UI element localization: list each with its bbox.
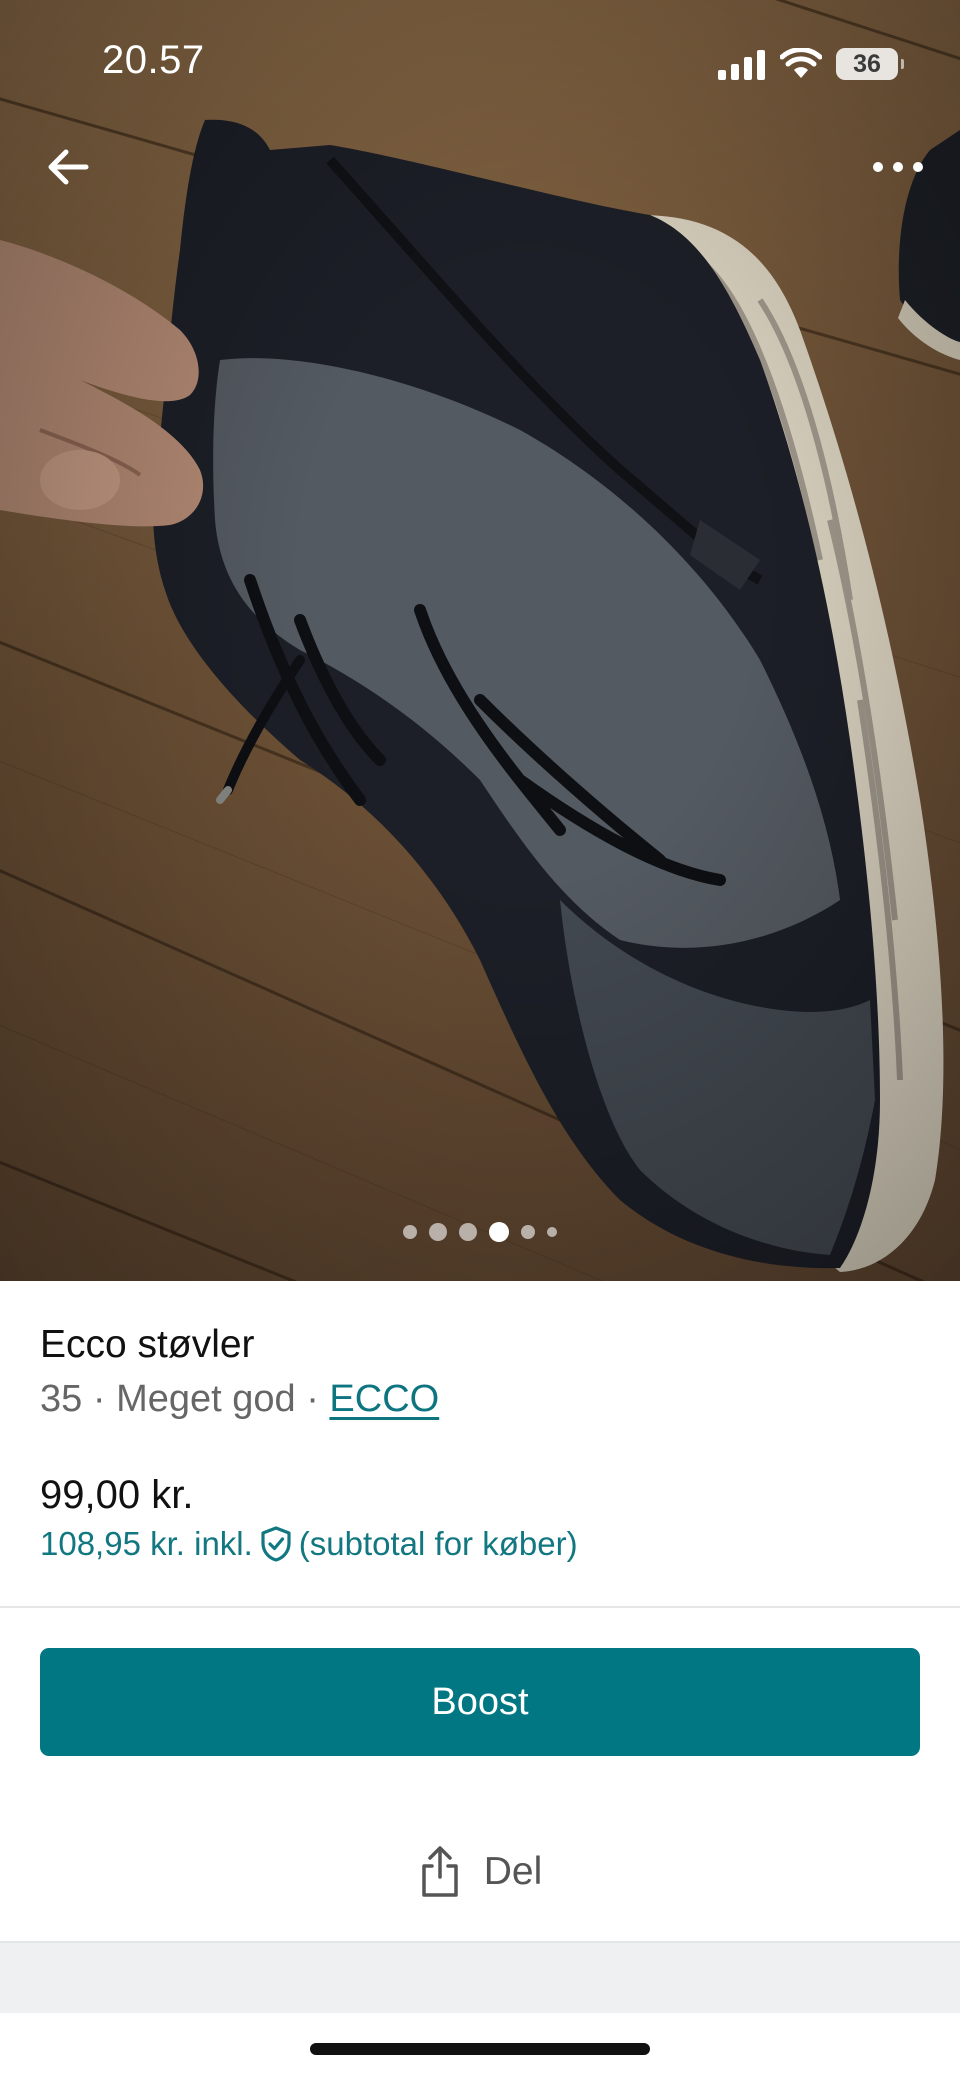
separator: · (295, 1378, 330, 1420)
battery-level: 36 (853, 49, 881, 78)
status-time: 20.57 (102, 38, 205, 82)
boost-button[interactable]: Boost (40, 1648, 920, 1756)
listing-size: 35 (40, 1378, 83, 1420)
status-icons: 36 (718, 44, 904, 84)
back-button[interactable] (36, 135, 100, 199)
listing-price: 99,00 kr. (40, 1473, 194, 1517)
more-horizontal-icon (873, 162, 923, 172)
share-icon (421, 1846, 458, 1897)
battery-indicator: 36 (836, 48, 904, 80)
share-label: Del (483, 1850, 543, 1893)
brand-link[interactable]: ECCO (329, 1378, 439, 1420)
carousel-indicator[interactable] (0, 1222, 960, 1242)
buyer-protection-price[interactable]: 108,95 kr. inkl. (subtotal for køber) (40, 1525, 578, 1563)
listing-details: 35 · Meget god · ECCO (40, 1378, 439, 1421)
price-incl-note: (subtotal for køber) (298, 1525, 578, 1562)
price-incl-amount: 108,95 kr. inkl. (40, 1525, 253, 1562)
listing-title: Ecco støvler (40, 1323, 255, 1366)
separator: · (82, 1378, 117, 1420)
photo-vignette (0, 0, 960, 1281)
arrow-left-icon (48, 149, 89, 185)
shield-check-icon (261, 1526, 291, 1562)
carousel-dot[interactable] (429, 1223, 447, 1241)
share-button[interactable]: Del (0, 1840, 960, 1904)
listing-condition: Meget god (116, 1378, 296, 1420)
wifi-icon (780, 48, 822, 78)
cellular-signal-icon (718, 50, 765, 80)
home-indicator[interactable] (310, 2043, 650, 2055)
carousel-dot[interactable] (459, 1223, 477, 1241)
product-photo[interactable]: 20.57 36 (0, 0, 960, 1281)
carousel-dot[interactable] (547, 1227, 557, 1237)
more-options-button[interactable] (866, 135, 930, 199)
section-spacer (0, 1941, 960, 2013)
divider (0, 1606, 960, 1608)
carousel-dot-active[interactable] (489, 1222, 509, 1242)
carousel-dot[interactable] (403, 1225, 417, 1239)
carousel-dot[interactable] (521, 1225, 535, 1239)
